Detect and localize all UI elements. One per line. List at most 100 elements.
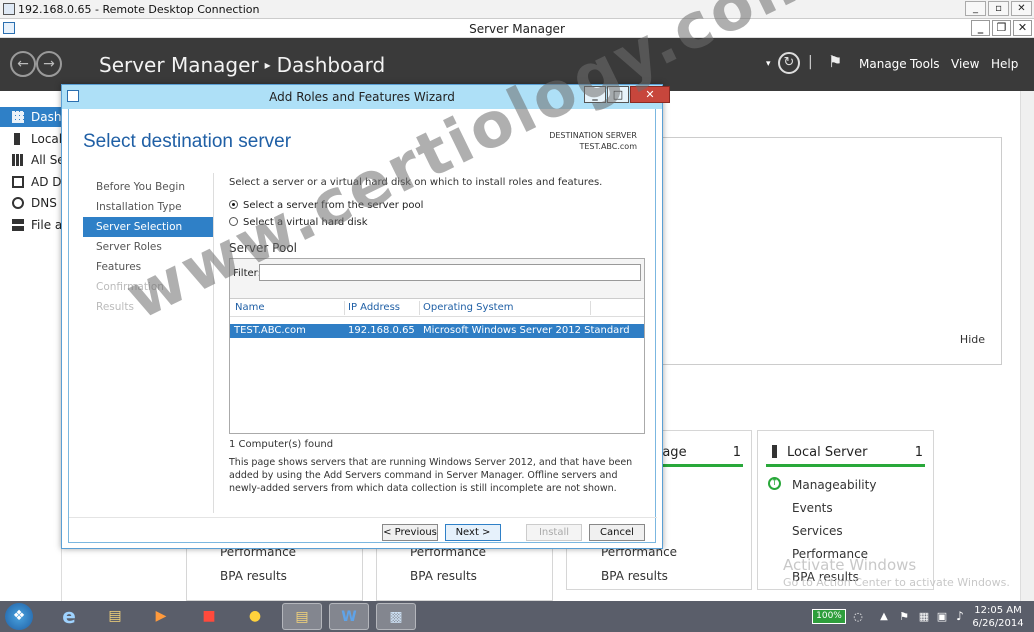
column-divider[interactable] — [590, 301, 591, 315]
sidebar-item-label: Dashboard — [31, 110, 62, 124]
back-arrow-icon[interactable]: ← — [10, 51, 36, 77]
tray-device-icon[interactable]: ▣ — [932, 603, 952, 630]
tile3-bpa[interactable]: BPA results — [601, 569, 668, 583]
step-server-selection[interactable]: Server Selection — [83, 217, 213, 237]
tile-local-manageability[interactable]: Manageability — [792, 478, 876, 492]
radio-virtual-hard-disk[interactable]: Select a virtual hard disk — [229, 217, 368, 228]
network-icon[interactable]: ◌ — [848, 603, 868, 630]
wizard-body: Select destination server DESTINATION SE… — [68, 109, 657, 543]
destination-server-label: DESTINATION SERVER — [549, 131, 637, 140]
row-os: Microsoft Windows Server 2012 Standard — [423, 325, 630, 336]
step-server-roles[interactable]: Server Roles — [83, 237, 213, 257]
tile-storage-header: rage 1 — [657, 445, 743, 467]
hide-welcome-link[interactable]: Hide — [960, 333, 985, 346]
rdp-app-icon — [3, 3, 15, 15]
file-explorer-icon[interactable]: ▤ — [98, 603, 132, 630]
rdp-restore-button[interactable]: ▫ — [988, 1, 1009, 16]
page-title: Select destination server — [83, 131, 292, 152]
tile-local-services[interactable]: Services — [792, 524, 843, 538]
menu-tools[interactable]: Tools — [910, 57, 940, 71]
wizard-close-button[interactable]: ✕ — [630, 86, 670, 103]
step-results: Results — [96, 301, 134, 313]
grid-header: Name IP Address Operating System — [230, 299, 644, 317]
footer-divider — [69, 517, 657, 518]
sticky-notes-icon[interactable]: ▤ — [282, 603, 322, 630]
server-pool-label: Server Pool — [229, 241, 297, 255]
notification-flag-icon[interactable]: ⚑ — [828, 52, 842, 71]
forward-arrow-icon[interactable]: → — [36, 51, 62, 77]
sidebar-item-label: DNS — [31, 196, 57, 210]
taskbar: ❖ e ▤ ▶ ■ ● ▤ W ▩ 100% ◌ ▲ ⚑ ▦ ▣ ♪ 12:05… — [0, 601, 1034, 632]
window-close-button[interactable]: ✕ — [1013, 20, 1032, 36]
action-center-flag-icon[interactable]: ⚑ — [894, 603, 914, 630]
column-divider[interactable] — [344, 301, 345, 315]
cancel-button[interactable]: Cancel — [589, 524, 645, 541]
rdp-minimize-button[interactable]: _ — [965, 1, 986, 16]
dashboard-grid-icon — [12, 111, 24, 123]
column-divider[interactable] — [419, 301, 420, 315]
breadcrumb: Server Manager ▸ Dashboard — [99, 53, 385, 77]
menu-view[interactable]: View — [951, 57, 979, 71]
remote-desktop-icon[interactable]: ▩ — [376, 603, 416, 630]
refresh-dropdown-icon[interactable]: ▾ — [766, 59, 771, 69]
step-features[interactable]: Features — [83, 257, 213, 277]
server-grid: Name IP Address Operating System TEST.AB… — [230, 298, 644, 433]
radio-selected-icon[interactable] — [229, 200, 238, 209]
previous-button[interactable]: < Previous — [382, 524, 438, 541]
sidebar-item-label: Local Server — [31, 132, 62, 146]
rdp-title-bar: 192.168.0.65 - Remote Desktop Connection… — [0, 0, 1034, 19]
instruction-text: Select a server or a virtual hard disk o… — [229, 177, 603, 188]
column-ip-address[interactable]: IP Address — [348, 302, 400, 313]
sidebar-item-all-servers[interactable]: All Servers — [0, 150, 62, 170]
sidebar-item-dashboard[interactable]: Dashboard — [0, 107, 62, 127]
vertical-scrollbar[interactable] — [1020, 91, 1034, 601]
tray-arrow-icon[interactable]: ▲ — [874, 603, 894, 630]
word-icon[interactable]: W — [329, 603, 369, 630]
description-text: This page shows servers that are running… — [229, 457, 633, 494]
radio-server-pool[interactable]: Select a server from the server pool — [229, 200, 423, 211]
sidebar-item-label: AD DS — [31, 175, 62, 189]
menu-help[interactable]: Help — [991, 57, 1018, 71]
rdp-close-button[interactable]: ✕ — [1011, 1, 1032, 16]
install-button: Install — [526, 524, 582, 541]
filter-input[interactable] — [259, 264, 641, 281]
volume-icon[interactable]: ♪ — [950, 603, 970, 630]
add-roles-wizard: Add Roles and Features Wizard _ □ ✕ Sele… — [61, 84, 670, 549]
tile-local-events[interactable]: Events — [792, 501, 833, 515]
tile2-bpa[interactable]: BPA results — [410, 569, 477, 583]
wizard-minimize-button[interactable]: _ — [584, 86, 606, 103]
sidebar-item-dns[interactable]: DNS — [0, 193, 62, 213]
clock-date: 6/26/2014 — [972, 618, 1024, 629]
battery-indicator[interactable]: 100% — [812, 609, 846, 624]
next-button[interactable]: Next > — [445, 524, 501, 541]
chrome-icon[interactable]: ● — [238, 603, 272, 630]
tile-storage-count: 1 — [732, 445, 741, 460]
start-button-icon[interactable]: ❖ — [5, 603, 33, 630]
activate-windows-subtext: Go to Action Center to activate Windows. — [783, 576, 1010, 589]
sidebar-item-local-server[interactable]: Local Server — [0, 129, 62, 149]
column-name[interactable]: Name — [235, 302, 265, 313]
media-player-icon[interactable]: ▶ — [144, 603, 178, 630]
step-before-you-begin[interactable]: Before You Begin — [83, 177, 213, 197]
internet-explorer-icon[interactable]: e — [52, 603, 86, 630]
menu-manage[interactable]: Manage — [859, 57, 907, 71]
sidebar-item-label: All Servers — [31, 153, 62, 167]
wizard-maximize-button[interactable]: □ — [607, 86, 629, 103]
table-row[interactable]: TEST.ABC.com 192.168.0.65 Microsoft Wind… — [230, 324, 644, 338]
step-confirmation: Confirmation — [96, 281, 164, 293]
steps-divider — [213, 173, 214, 513]
column-operating-system[interactable]: Operating System — [423, 302, 513, 313]
server-icon — [772, 445, 777, 458]
radio-unselected-icon[interactable] — [229, 217, 238, 226]
sidebar-item-file-storage[interactable]: File and Storage Services — [0, 215, 62, 235]
tray-app-icon[interactable]: ▦ — [914, 603, 934, 630]
window-restore-button[interactable]: ❐ — [992, 20, 1011, 36]
pdf-reader-icon[interactable]: ■ — [192, 603, 226, 630]
window-minimize-button[interactable]: _ — [971, 20, 990, 36]
sidebar-item-ad-ds[interactable]: AD DS — [0, 172, 62, 192]
system-clock[interactable]: 12:05 AM 6/26/2014 — [968, 604, 1028, 630]
tile1-bpa[interactable]: BPA results — [220, 569, 287, 583]
step-installation-type[interactable]: Installation Type — [83, 197, 213, 217]
refresh-icon[interactable]: ↻ — [778, 52, 800, 74]
directory-icon — [12, 176, 24, 188]
